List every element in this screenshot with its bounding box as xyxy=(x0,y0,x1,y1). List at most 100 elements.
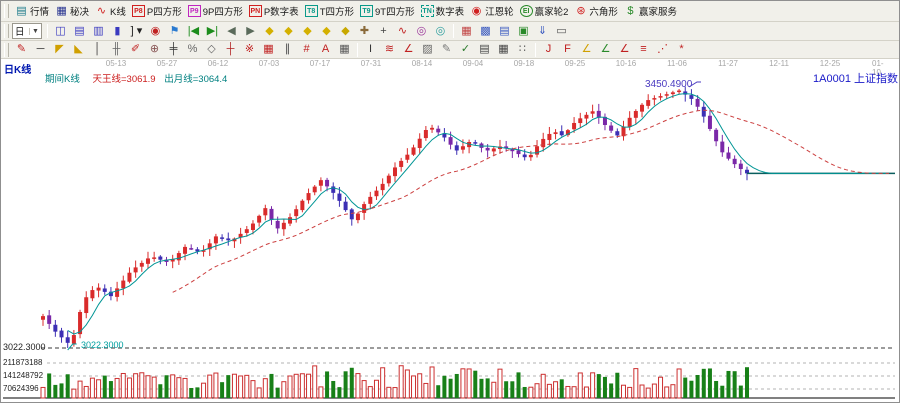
polygon-icon[interactable]: ◇ xyxy=(202,41,221,58)
low-axis-label: 3022.3000 xyxy=(3,342,46,352)
high-annotation: 3450.4900 xyxy=(645,79,692,90)
retracement-icon[interactable]: % xyxy=(183,41,202,58)
overlay-window-icon[interactable]: ◫ xyxy=(51,23,70,40)
toolbar-icon: ⊕ xyxy=(148,43,161,56)
date-tick-label: 09-18 xyxy=(514,59,534,68)
angle-red-icon[interactable]: ∠ xyxy=(399,41,418,58)
zoom-diamond-2-icon[interactable]: ◆ xyxy=(279,23,298,40)
beam-icon[interactable]: I xyxy=(361,41,380,58)
hline-icon[interactable]: ─ xyxy=(31,41,50,58)
toolbar-icon: TN xyxy=(421,5,434,17)
style-panel-icon[interactable]: ▮ xyxy=(108,23,127,40)
angle-gold-icon[interactable]: ∠ xyxy=(577,41,596,58)
p-number-table-button[interactable]: PN P数字表 xyxy=(246,3,302,20)
gann-wheel2-button[interactable]: EI 赢家轮2 xyxy=(517,3,572,20)
parallel-icon[interactable]: ∥ xyxy=(278,41,297,58)
star-line-icon[interactable]: ※ xyxy=(240,41,259,58)
export-icon[interactable]: ⇓ xyxy=(533,23,552,40)
angle-green-icon[interactable]: ∠ xyxy=(596,41,615,58)
toolbar-icon: ≋ xyxy=(383,43,396,56)
pivot-icon[interactable]: ┼ xyxy=(221,41,240,58)
crosshair-icon[interactable]: + xyxy=(374,23,393,40)
spiral-teal-icon[interactable]: ◎ xyxy=(431,23,450,40)
legend-series: 期间K线 xyxy=(45,74,80,85)
toolbar-icon: ∠ xyxy=(580,43,593,56)
levels-icon[interactable]: ≡ xyxy=(634,41,653,58)
p9-square-button[interactable]: P9 9P四方形 xyxy=(185,3,246,20)
gold-fan-b-icon[interactable]: ◣ xyxy=(69,41,88,58)
toolbar-icon: ▦ xyxy=(262,43,275,56)
indicator-legend: 期间K线 天王线=3061.9 出月线=3064.4 xyxy=(45,71,227,85)
toolbar-icon: ▭ xyxy=(555,25,568,38)
check-icon[interactable]: ✓ xyxy=(456,41,475,58)
pen-gray-icon[interactable]: ✎ xyxy=(437,41,456,58)
kline-period-label: 日K线 xyxy=(4,61,31,76)
gold-fan-a-icon[interactable]: ◤ xyxy=(50,41,69,58)
gann-wheel-button[interactable]: ◉ 江恩轮 xyxy=(467,3,517,20)
brush-icon[interactable]: ✐ xyxy=(126,41,145,58)
t-square-button[interactable]: T8 T四方形 xyxy=(302,3,357,20)
gann-f-line-icon[interactable]: F xyxy=(558,41,577,58)
number-table-button[interactable]: TN 数字表 xyxy=(418,3,468,20)
cycle-lines-icon[interactable]: ╫ xyxy=(107,41,126,58)
vline-icon[interactable]: │ xyxy=(88,41,107,58)
printer-icon[interactable]: ▭ xyxy=(552,23,571,40)
next-bar-icon[interactable]: ▶ xyxy=(241,23,260,40)
analysis-circle-icon[interactable]: ◉ xyxy=(146,23,165,40)
indicator-panel-icon[interactable]: ▤ xyxy=(70,23,89,40)
spiral-purple-icon[interactable]: ◎ xyxy=(412,23,431,40)
ticks-icon[interactable]: ∷ xyxy=(513,41,532,58)
grid-red-icon[interactable]: ▦ xyxy=(259,41,278,58)
ellipse-icon[interactable]: ⊕ xyxy=(145,41,164,58)
calculator-icon[interactable]: ▩ xyxy=(476,23,495,40)
hexagon-chart-button[interactable]: ⊛ 六角形 xyxy=(571,3,621,20)
pencil-icon[interactable]: ✎ xyxy=(12,41,31,58)
toolbar-icon: ▥ xyxy=(92,25,105,38)
chevron-down-icon: ▼ xyxy=(29,28,39,35)
sheet2-icon[interactable]: ▦ xyxy=(494,41,513,58)
toolbar-grip[interactable] xyxy=(4,24,9,38)
toolbar-icon: ▤ xyxy=(478,43,491,56)
gann-j-line-icon[interactable]: J xyxy=(539,41,558,58)
toolbar-grip[interactable] xyxy=(4,4,9,18)
calendar-icon[interactable]: ▦ xyxy=(457,23,476,40)
zoom-diamond-5-icon[interactable]: ◆ xyxy=(336,23,355,40)
market-quotes-button[interactable]: ▤ 行情 xyxy=(12,3,52,20)
kline-button[interactable]: ∿ K线 xyxy=(92,3,129,20)
flag-icon[interactable]: ⚑ xyxy=(165,23,184,40)
speed-ray-icon[interactable]: ⋰ xyxy=(653,41,672,58)
zoom-diamond-1-icon[interactable]: ◆ xyxy=(260,23,279,40)
hash-red-icon[interactable]: # xyxy=(297,41,316,58)
hand-tool-icon[interactable]: ✚ xyxy=(355,23,374,40)
wave-red-icon[interactable]: ≋ xyxy=(380,41,399,58)
bracket-menu-icon[interactable]: ] ▾ xyxy=(127,23,146,40)
zoom-diamond-3-icon[interactable]: ◆ xyxy=(298,23,317,40)
shade-grid-icon[interactable]: ▨ xyxy=(418,41,437,58)
wave-tool-icon[interactable]: ∿ xyxy=(393,23,412,40)
t9-square-button[interactable]: T9 9T四方形 xyxy=(357,3,418,20)
angle-red2-icon[interactable]: ∠ xyxy=(615,41,634,58)
p-square-button[interactable]: P8 P四方形 xyxy=(129,3,185,20)
winner-service-button[interactable]: $ 赢家服务 xyxy=(621,3,680,20)
image-icon[interactable]: ▣ xyxy=(514,23,533,40)
first-bar-icon[interactable]: |◀ xyxy=(184,23,203,40)
zoom-diamond-4-icon[interactable]: ◆ xyxy=(317,23,336,40)
label-red-icon[interactable]: A xyxy=(316,41,335,58)
toolbar-sep xyxy=(453,24,454,38)
date-tick-label: 09-04 xyxy=(463,59,483,68)
secrets-button[interactable]: ▦ 秘决 xyxy=(52,3,92,20)
notepad-icon[interactable]: ▤ xyxy=(495,23,514,40)
toolbar-grip[interactable] xyxy=(4,43,9,57)
prev-bar-icon[interactable]: ◀ xyxy=(222,23,241,40)
fan-lines-icon[interactable]: * xyxy=(672,41,691,58)
table-icon[interactable]: ▦ xyxy=(335,41,354,58)
price-chart[interactable]: 05-1305-2706-1207-0307-1707-3108-1409-04… xyxy=(1,59,899,402)
sheet-icon[interactable]: ▤ xyxy=(475,41,494,58)
last-bar-icon[interactable]: ▶| xyxy=(203,23,222,40)
period-select[interactable]: 日 ▼ xyxy=(12,23,42,39)
toolbar-sep xyxy=(47,24,48,38)
date-tick-label: 05-27 xyxy=(157,59,177,68)
toolbar-icon: ◀ xyxy=(225,25,238,38)
fence-icon[interactable]: ╪ xyxy=(164,41,183,58)
volume-panel-icon[interactable]: ▥ xyxy=(89,23,108,40)
